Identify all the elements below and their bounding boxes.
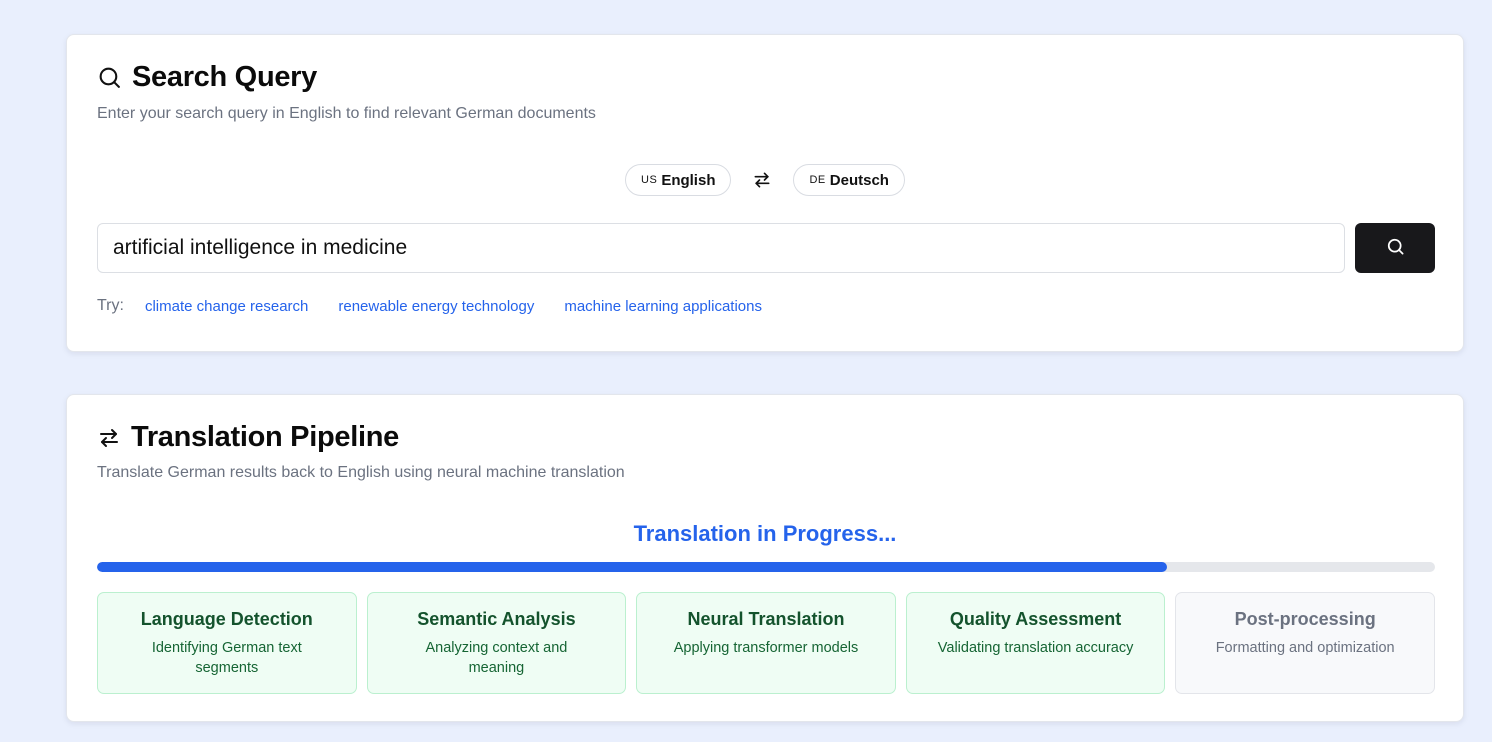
us-flag-code: US [641, 174, 658, 186]
suggestion-link[interactable]: renewable energy technology [338, 298, 534, 315]
search-button[interactable] [1355, 223, 1435, 273]
step-card-language-detection: Language Detection Identifying German te… [97, 592, 357, 694]
step-title: Quality Assessment [949, 609, 1122, 629]
pipeline-card-subtitle: Translate German results back to English… [97, 464, 625, 481]
suggestion-link[interactable]: climate change research [145, 298, 308, 315]
pipeline-card-title: Translation Pipeline [131, 421, 399, 453]
source-language-label: English [661, 171, 716, 189]
swap-arrows-icon [97, 426, 121, 450]
progress-bar-fill [97, 562, 1168, 572]
step-title: Language Detection [140, 609, 313, 629]
step-description: Analyzing context and meaning [425, 640, 568, 676]
source-language-button[interactable]: US English [625, 164, 732, 196]
step-description: Validating translation accuracy [937, 640, 1134, 656]
search-card-subtitle: Enter your search query in English to fi… [97, 105, 596, 122]
search-query-card: Search Query Enter your search query in … [66, 34, 1464, 352]
language-switcher: US English DE Deutsch [67, 164, 1463, 196]
try-label: Try: [97, 297, 124, 314]
step-card-post-processing: Post-processing Formatting and optimizat… [1175, 592, 1435, 694]
search-card-header: Search Query [97, 61, 317, 94]
target-language-label: Deutsch [829, 171, 889, 189]
step-title: Semantic Analysis [417, 609, 576, 629]
progress-bar [97, 562, 1435, 572]
step-card-quality-assessment: Quality Assessment Validating translatio… [905, 592, 1166, 694]
search-button-icon [1386, 237, 1405, 259]
step-title: Post-processing [1234, 609, 1376, 629]
step-card-neural-translation: Neural Translation Applying transformer … [636, 592, 896, 694]
search-icon [97, 65, 122, 90]
search-card-title: Search Query [132, 61, 317, 93]
step-title: Neural Translation [687, 609, 845, 629]
pipeline-steps: Language Detection Identifying German te… [97, 592, 1435, 694]
step-description: Formatting and optimization [1215, 640, 1395, 656]
target-language-button[interactable]: DE Deutsch [793, 164, 905, 196]
de-flag-code: DE [809, 174, 826, 186]
progress-status: Translation in Progress... [633, 521, 897, 546]
pipeline-card-header: Translation Pipeline [97, 421, 399, 454]
search-input[interactable] [97, 223, 1345, 273]
step-description: Identifying German text segments [151, 640, 302, 676]
step-card-semantic-analysis: Semantic Analysis Analyzing context and … [366, 592, 627, 694]
suggestion-link[interactable]: machine learning applications [564, 298, 762, 315]
step-description: Applying transformer models [673, 640, 859, 656]
suggestions-row: Try: climate change research renewable e… [97, 297, 792, 315]
translation-pipeline-card: Translation Pipeline Translate German re… [66, 394, 1464, 722]
swap-languages-icon[interactable] [751, 169, 773, 191]
